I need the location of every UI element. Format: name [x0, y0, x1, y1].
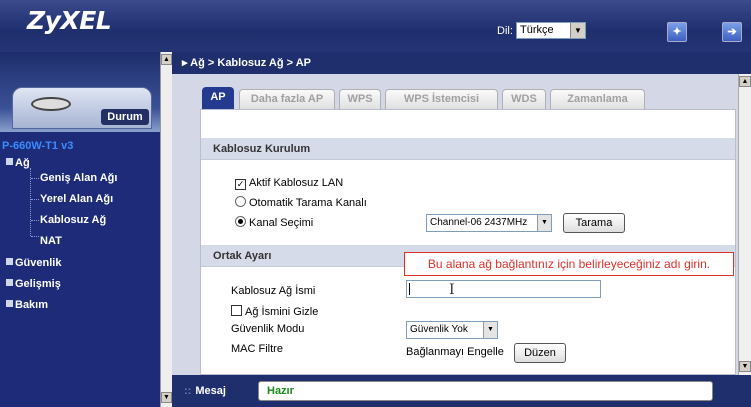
sidebar-item-maintenance[interactable]: Bakım [6, 299, 48, 311]
chevron-down-icon: ▼ [537, 215, 551, 231]
expand-icon [6, 279, 13, 286]
message-box: Hazır [258, 381, 713, 401]
main-content: AP Daha fazla AP WPS WPS İstemcisi WDS Z… [172, 74, 738, 375]
mac-filter-value: Bağlanmayı Engelle [406, 346, 504, 358]
auto-scan-radio[interactable]: Otomatik Tarama Kanalı [235, 196, 367, 209]
sidebar-item-wireless[interactable]: Kablosuz Ağ [40, 214, 106, 226]
collapse-icon [6, 158, 13, 165]
tree-branch [31, 236, 39, 237]
tab-wps[interactable]: WPS [339, 89, 381, 109]
security-mode-label: Güvenlik Modu [231, 323, 305, 335]
scroll-up-icon[interactable]: ▲ [161, 54, 172, 65]
ibeam-cursor-icon: I [449, 282, 455, 298]
status-bar: :: Mesaj Hazır [172, 375, 751, 407]
security-mode-select[interactable]: Güvenlik Yok ▼ [406, 321, 498, 339]
status-button[interactable]: Durum [12, 87, 152, 129]
hint-callout: Bu alana ağ bağlantınız için belirleyece… [404, 252, 734, 276]
tree-branch [31, 199, 39, 200]
enable-wireless-checkbox[interactable]: ✓ Aktif Kablosuz LAN [235, 177, 343, 190]
sidebar-item-network[interactable]: Ağ [6, 157, 30, 169]
sidebar-top: Durum [0, 52, 160, 132]
text-cursor [409, 283, 410, 295]
edit-button[interactable]: Düzen [514, 343, 566, 363]
dots-icon: :: [184, 385, 192, 397]
channel-select-radio[interactable]: Kanal Seçimi [235, 216, 313, 229]
main-scrollbar[interactable]: ▲ ▼ [738, 74, 751, 375]
arrow-icon: ▸ [182, 57, 191, 69]
sidebar-item-lan[interactable]: Yerel Alan Ağı [40, 193, 113, 205]
wireless-setup-section: Kablosuz Kurulum [201, 138, 735, 160]
status-text: Hazır [267, 385, 294, 397]
language-label: Dil: [497, 25, 513, 37]
sidebar-item-advanced[interactable]: Gelişmiş [6, 278, 61, 290]
tree-branch [31, 178, 39, 179]
mac-filter-label: MAC Filtre [231, 343, 283, 355]
sidebar-item-wan[interactable]: Geniş Alan Ağı [40, 172, 117, 184]
sidebar-scrollbar[interactable]: ▲ ▼ [160, 52, 172, 407]
sidebar-menu: P-660W-T1 v3 Ağ Geniş Alan Ağı Yerel Ala… [0, 132, 160, 407]
tab-wps-station[interactable]: WPS İstemcisi [385, 89, 498, 109]
logout-icon[interactable]: ➔ [722, 22, 742, 42]
tab-scheduling[interactable]: Zamanlama [550, 89, 645, 109]
expand-icon [6, 258, 13, 265]
router-icon [31, 97, 71, 111]
zyxel-logo: ZyXEL [27, 6, 112, 35]
tree-branch [31, 220, 39, 221]
breadcrumb: ▸ Ağ > Kablosuz Ağ > AP [182, 57, 311, 69]
wizard-icon[interactable]: ✦ [667, 22, 687, 42]
chevron-down-icon: ▼ [570, 23, 585, 38]
header: ZyXEL Dil: Türkçe ▼ ✦ ➔ [0, 0, 751, 52]
radio-icon [235, 196, 246, 207]
sidebar-item-nat[interactable]: NAT [40, 235, 62, 247]
sidebar-item-security[interactable]: Güvenlik [6, 257, 61, 269]
tab-ap[interactable]: AP [202, 87, 234, 109]
scroll-down-icon[interactable]: ▼ [161, 392, 172, 403]
checkbox-icon [231, 305, 242, 316]
status-button-label: Durum [101, 109, 149, 125]
breadcrumb-bar: ▸ Ağ > Kablosuz Ağ > AP [172, 52, 751, 74]
device-model: P-660W-T1 v3 [2, 140, 74, 152]
section-title: Kablosuz Kurulum [213, 143, 311, 155]
ssid-input[interactable]: I [406, 280, 601, 298]
scroll-up-icon[interactable]: ▲ [739, 76, 751, 87]
language-select[interactable]: Türkçe ▼ [516, 22, 586, 39]
settings-panel: Kablosuz Kurulum ✓ Aktif Kablosuz LAN Oto… [200, 109, 736, 375]
scroll-down-icon[interactable]: ▼ [739, 361, 751, 372]
tab-more-ap[interactable]: Daha fazla AP [239, 89, 335, 109]
section-title: Ortak Ayarı [213, 250, 272, 262]
scan-button[interactable]: Tarama [563, 213, 625, 233]
radio-selected-icon [235, 216, 246, 227]
checkbox-icon: ✓ [235, 179, 246, 190]
tab-wds[interactable]: WDS [502, 89, 546, 109]
hide-ssid-checkbox[interactable]: Ağ İsmini Gizle [231, 305, 318, 318]
ssid-label: Kablosuz Ağ İsmi [231, 285, 316, 297]
channel-select[interactable]: Channel-06 2437MHz ▼ [426, 214, 552, 232]
expand-icon [6, 300, 13, 307]
sidebar: Durum P-660W-T1 v3 Ağ Geniş Alan Ağı Yer… [0, 52, 160, 407]
message-label: :: Mesaj [184, 385, 226, 397]
chevron-down-icon: ▼ [483, 322, 497, 338]
language-value: Türkçe [520, 24, 554, 36]
